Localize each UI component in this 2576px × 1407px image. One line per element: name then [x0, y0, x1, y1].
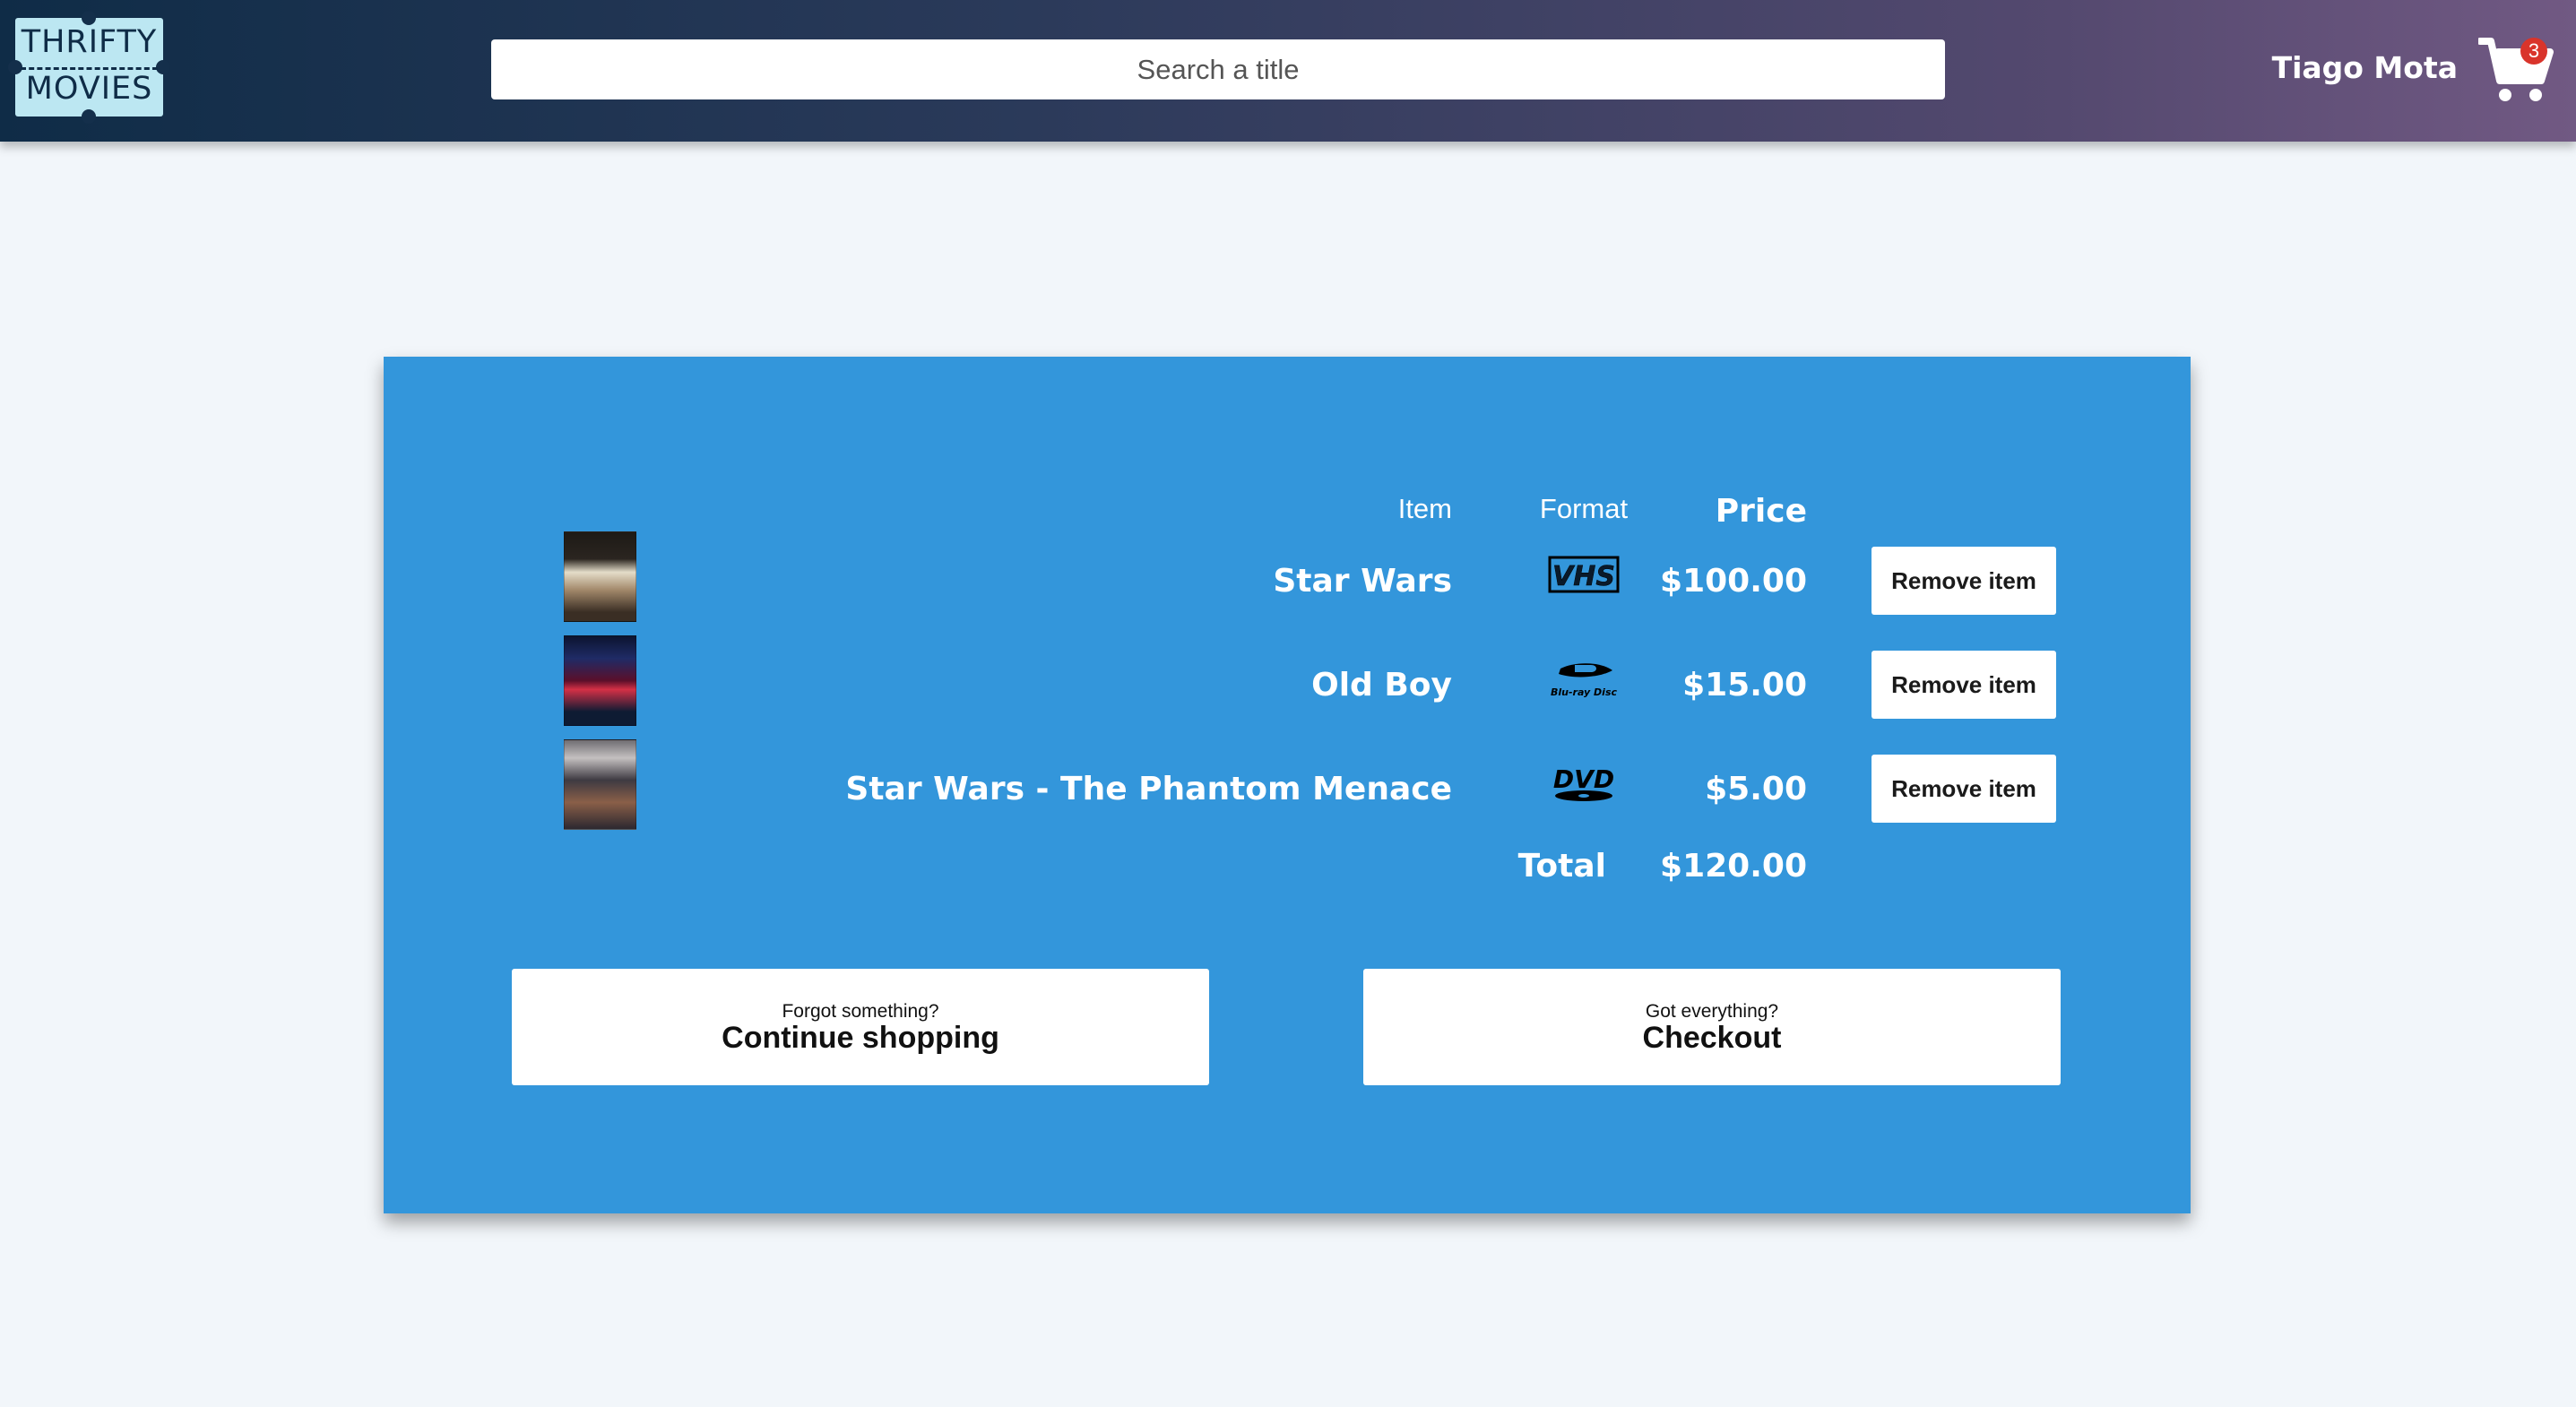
svg-text:Blu-ray Disc: Blu-ray Disc	[1551, 686, 1618, 698]
shopping-cart-icon	[2477, 38, 2554, 101]
logo-notch-right	[156, 60, 170, 74]
total-label: Total	[1517, 848, 1606, 885]
user-name[interactable]: Tiago Mota	[2259, 50, 2458, 85]
top-navbar: THRIFTY MOVIES Tiago Mota 3	[0, 0, 2576, 142]
cart-item-title: Star Wars - The Phantom Menace	[845, 771, 1452, 807]
movie-poster-thumbnail	[564, 739, 636, 830]
dvd-icon: DVD	[1534, 764, 1633, 807]
movie-poster-thumbnail	[564, 635, 636, 726]
column-header-price: Price	[1715, 493, 1807, 530]
remove-item-button[interactable]: Remove item	[1871, 547, 2056, 615]
logo-text-top: THRIFTY	[21, 24, 158, 60]
column-header-format: Format	[1539, 493, 1629, 524]
column-header-item: Item	[1397, 493, 1452, 524]
cart-item-title: Star Wars	[1273, 563, 1452, 600]
checkout-hint: Got everything?	[1645, 1001, 1779, 1022]
checkout-button[interactable]: Got everything? Checkout	[1363, 969, 2061, 1085]
checkout-label: Checkout	[1642, 1021, 1782, 1055]
logo-text-bottom: MOVIES	[25, 71, 153, 107]
cart-item-price: $5.00	[1705, 771, 1807, 807]
cart-item-title: Old Boy	[1311, 667, 1452, 704]
logo-notch-top	[82, 11, 96, 25]
remove-item-button[interactable]: Remove item	[1871, 755, 2056, 823]
search-input[interactable]	[491, 39, 1945, 99]
continue-shopping-label: Continue shopping	[722, 1021, 999, 1055]
total-value: $120.00	[1660, 848, 1807, 885]
thrifty-movies-logo[interactable]: THRIFTY MOVIES	[8, 11, 170, 124]
logo-notch-bottom	[82, 109, 96, 124]
bluray-icon: Blu-ray Disc	[1534, 660, 1633, 703]
cart-button[interactable]	[2477, 34, 2559, 106]
svg-text:DVD: DVD	[1553, 764, 1614, 794]
cart-count-badge: 3	[2520, 38, 2547, 65]
remove-item-button[interactable]: Remove item	[1871, 651, 2056, 719]
continue-shopping-hint: Forgot something?	[782, 1001, 939, 1022]
svg-text:VHS: VHS	[1552, 561, 1615, 592]
movie-poster-thumbnail	[564, 531, 636, 622]
cart-item-price: $15.00	[1682, 667, 1807, 704]
vhs-icon: VHS	[1534, 556, 1633, 597]
cart-item-price: $100.00	[1660, 563, 1807, 600]
cart-panel: Item Format Price Star Wars VHS $100.00 …	[384, 357, 2191, 1213]
logo-divider	[21, 67, 158, 70]
continue-shopping-button[interactable]: Forgot something? Continue shopping	[512, 969, 1209, 1085]
